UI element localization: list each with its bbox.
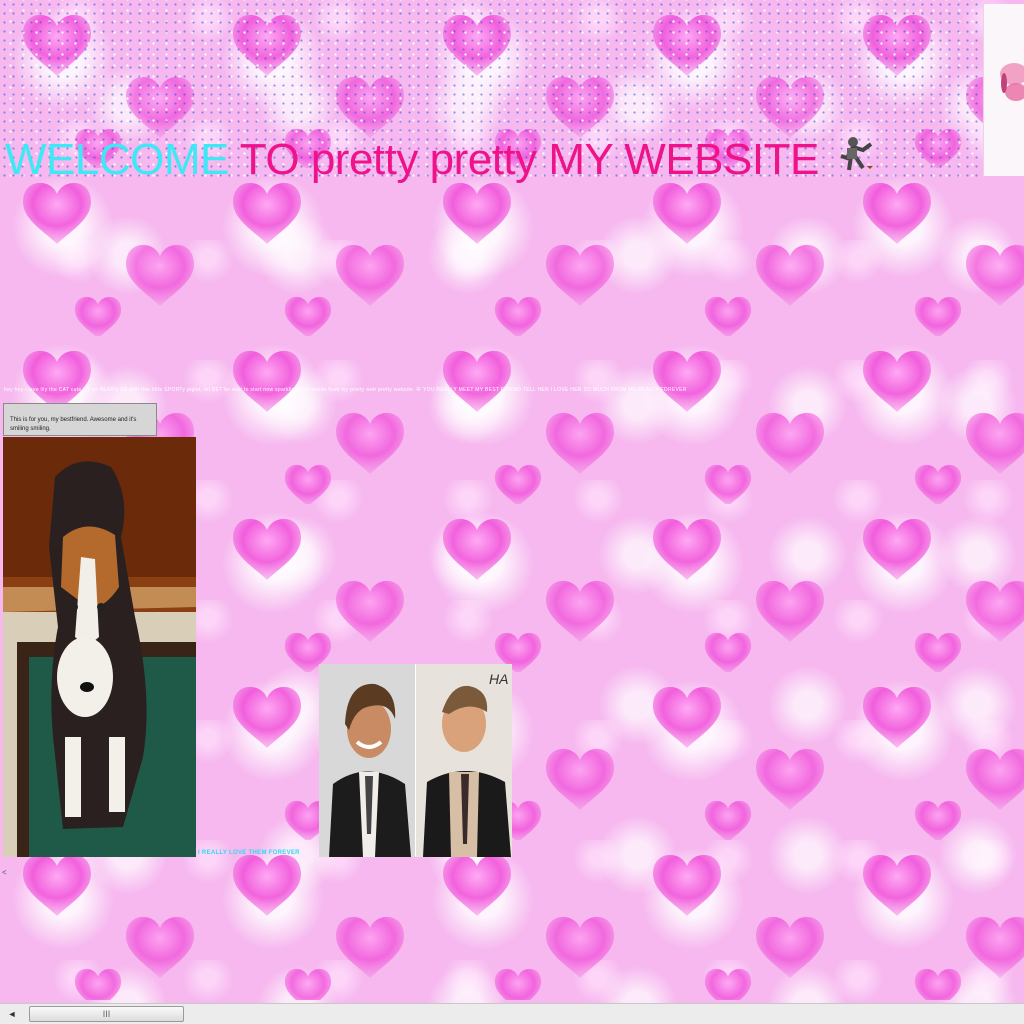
butterfly-icon: [1000, 63, 1024, 101]
butterfly-image: [983, 4, 1024, 176]
celebrity-photo: HA: [319, 664, 512, 857]
scrolling-marquee: hey hey i love lily the CAT cute EY so B…: [4, 387, 687, 393]
dedication-note: This is for you, my bestfriend. Awesome …: [3, 403, 157, 436]
page-title: WELCOME TO pretty pretty MY WEBSITE: [5, 134, 881, 188]
title-rest: TO pretty pretty MY WEBSITE: [239, 135, 820, 184]
horizontal-scrollbar[interactable]: ◄ III: [0, 1003, 1024, 1024]
svg-text:HA: HA: [489, 671, 508, 687]
stray-mark: <: [2, 868, 7, 877]
puppy-photo: [3, 437, 196, 857]
welcome-word: WELCOME: [5, 135, 229, 184]
dancer-icon: [837, 136, 881, 188]
scrollbar-thumb[interactable]: III: [29, 1006, 184, 1022]
scroll-left-button[interactable]: ◄: [0, 1004, 24, 1024]
photo-caption: I REALLY LOVE THEM FOREVER: [198, 850, 300, 856]
